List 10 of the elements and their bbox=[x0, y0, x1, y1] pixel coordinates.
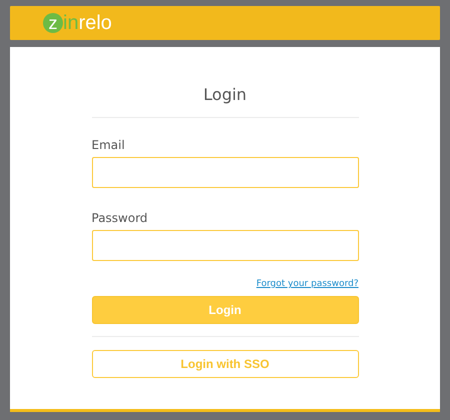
dialog-title: Login bbox=[202, 85, 248, 105]
field-label: Password bbox=[92, 211, 149, 225]
login-button[interactable]: Login bbox=[92, 296, 358, 324]
password-field[interactable] bbox=[92, 230, 358, 261]
sso-login-button[interactable]: Login with SSO bbox=[92, 350, 358, 378]
field-label: Email bbox=[92, 138, 126, 152]
logo-text: inrelo bbox=[63, 13, 112, 33]
email-field[interactable] bbox=[92, 157, 358, 188]
logo-mark: z bbox=[43, 13, 63, 33]
forgot-password-link[interactable]: Forgot your password? bbox=[256, 278, 358, 290]
